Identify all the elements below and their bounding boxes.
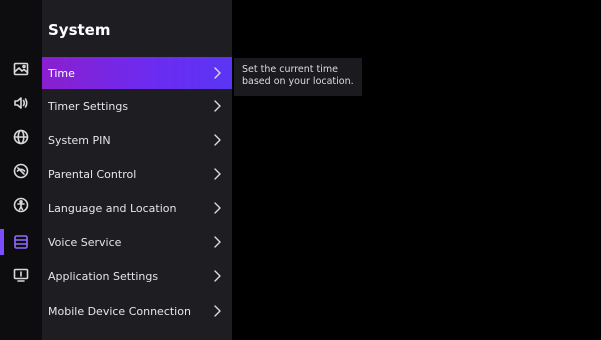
menu-item-voice-service[interactable]: Voice Service: [42, 226, 232, 258]
menu-item-label: System PIN: [48, 133, 111, 147]
channel-icon[interactable]: [0, 158, 42, 184]
network-icon[interactable]: [0, 124, 42, 150]
menu-item-time[interactable]: Time: [42, 57, 232, 89]
category-rail: [0, 0, 42, 340]
system-icon[interactable]: [0, 229, 42, 255]
accessibility-icon[interactable]: [0, 192, 42, 218]
menu-item-language-and-location[interactable]: Language and Location: [42, 192, 232, 224]
sound-icon[interactable]: [0, 90, 42, 116]
picture-icon[interactable]: [0, 56, 42, 82]
chevron-right-icon: [213, 202, 222, 214]
menu-item-label: Mobile Device Connection: [48, 304, 191, 318]
menu-item-label: Timer Settings: [48, 99, 129, 113]
menu-item-timer-settings[interactable]: Timer Settings: [42, 90, 232, 122]
menu-item-label: Time: [48, 66, 75, 80]
menu-item-application-settings[interactable]: Application Settings: [42, 260, 232, 292]
system-menu-panel: System Time Timer Settings System PIN Pa…: [42, 0, 232, 340]
menu-item-parental-control[interactable]: Parental Control: [42, 158, 232, 190]
chevron-right-icon: [213, 67, 222, 79]
tooltip-line: Set the current time: [242, 64, 338, 75]
chevron-right-icon: [213, 270, 222, 282]
chevron-right-icon: [213, 168, 222, 180]
chevron-right-icon: [213, 236, 222, 248]
tv-settings-screen: System Time Timer Settings System PIN Pa…: [0, 0, 601, 340]
tooltip-line: based on your location.: [242, 76, 354, 87]
chevron-right-icon: [213, 305, 222, 317]
page-title: System: [48, 21, 111, 39]
menu-item-label: Language and Location: [48, 201, 177, 215]
menu-item-label: Parental Control: [48, 167, 137, 181]
chevron-right-icon: [213, 100, 222, 112]
menu-item-label: Application Settings: [48, 269, 159, 283]
menu-item-system-pin[interactable]: System PIN: [42, 124, 232, 156]
menu-item-mobile-device-connection[interactable]: Mobile Device Connection: [42, 295, 232, 327]
menu-item-label: Voice Service: [48, 235, 122, 249]
item-description-tooltip: Set the current time based on your locat…: [234, 58, 362, 96]
support-icon[interactable]: [0, 262, 42, 288]
chevron-right-icon: [213, 134, 222, 146]
